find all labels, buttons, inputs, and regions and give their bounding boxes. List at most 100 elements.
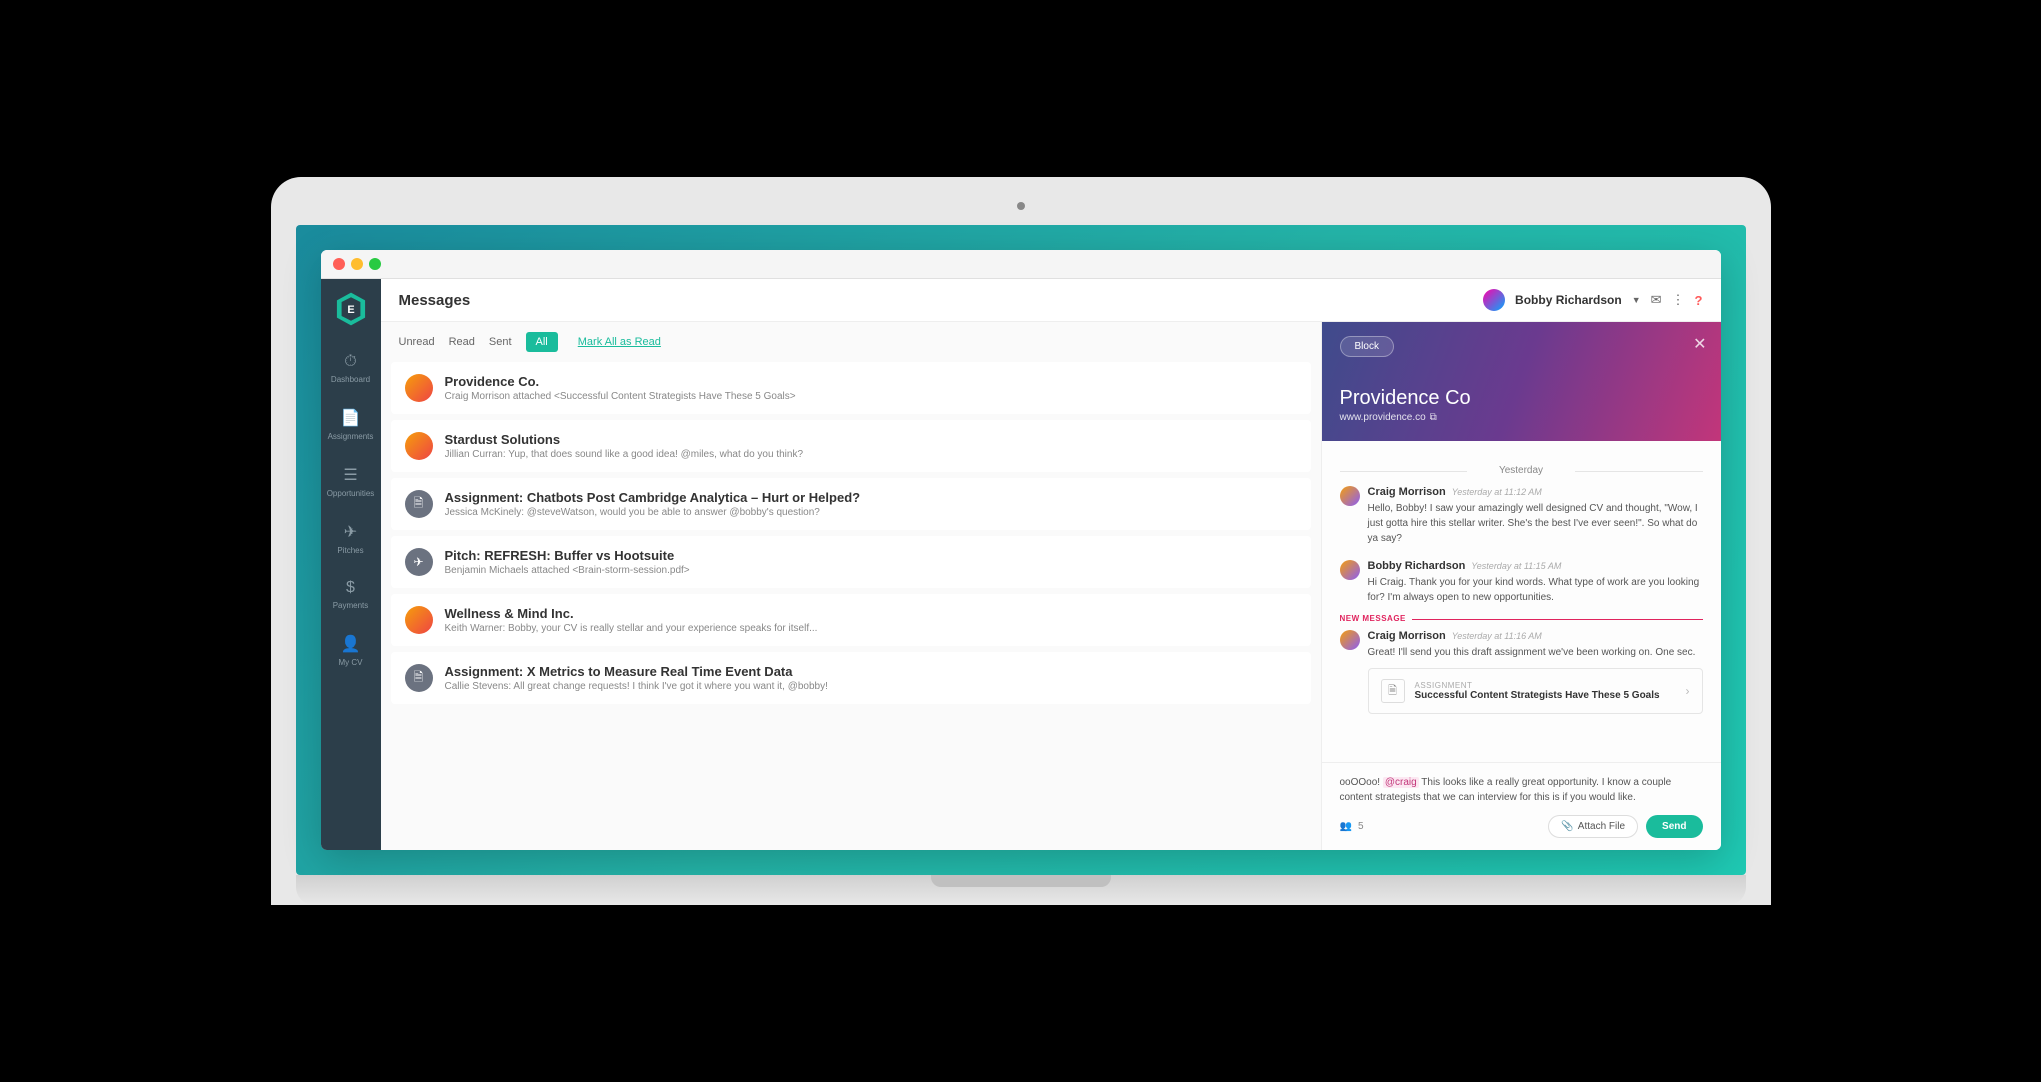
compose-input[interactable]: ooOOoo! @craig This looks like a really … [1340,775,1703,805]
thread-item[interactable]: Wellness & Mind Inc. Keith Warner: Bobby,… [391,594,1311,646]
sidebar-item-mycv[interactable]: 👤My CV [321,626,381,675]
laptop-frame: E ⏱ Dashboard 📄 Assignments ☰ Opportunities… [271,177,1771,905]
composer: ooOOoo! @craig This looks like a really … [1322,762,1721,850]
thread-avatar [405,432,433,460]
user-menu-caret[interactable]: ▼ [1632,295,1641,305]
close-icon[interactable]: ✕ [1693,334,1706,354]
user-name: Bobby Richardson [1515,293,1622,307]
thread-item[interactable]: Providence Co. Craig Morrison attached <S… [391,362,1311,414]
message-scroll[interactable]: Yesterday Craig MorrisonYesterday at 11:… [1322,441,1721,762]
screen: E ⏱ Dashboard 📄 Assignments ☰ Opportunities… [296,225,1746,875]
help-icon[interactable]: ? [1695,293,1703,308]
thread-item[interactable]: 🗎 Assignment: X Metrics to Measure Real T… [391,652,1311,704]
cc-indicator[interactable]: 👥5 [1340,821,1364,832]
thread-item[interactable]: ✈ Pitch: REFRESH: Buffer vs Hootsuite Benj… [391,536,1311,588]
attach-file-button[interactable]: 📎Attach File [1548,815,1638,838]
block-button[interactable]: Block [1340,336,1394,357]
window-close-button[interactable] [333,258,345,270]
filter-read[interactable]: Read [449,336,475,348]
envelope-icon[interactable]: ✉ [1651,292,1662,308]
user-avatar[interactable] [1483,289,1505,311]
thread-list[interactable]: Providence Co. Craig Morrison attached <S… [381,362,1321,850]
message-author: Bobby Richardson [1368,560,1466,572]
document-icon: 🗎 [405,664,433,692]
new-message-divider: NEW MESSAGE [1340,619,1703,620]
kebab-menu-icon[interactable]: ⋮ [1672,292,1685,308]
sidebar-item-pitches[interactable]: ✈Pitches [321,514,381,563]
pitch-icon: ✈ [405,548,433,576]
message-time: Yesterday at 11:12 AM [1452,487,1542,497]
dollar-icon: $ [346,579,355,597]
sidebar-item-label: Payments [333,601,369,610]
app-body: E ⏱ Dashboard 📄 Assignments ☰ Opportunities… [321,279,1721,850]
sidebar-item-label: Dashboard [331,375,370,384]
attachment-doc-icon: 🗎 [1381,679,1405,703]
thread-avatar [405,374,433,402]
window-maximize-button[interactable] [369,258,381,270]
conversation-header: Block ✕ Providence Co www.providence.co⧉ [1322,322,1721,441]
window-titlebar [321,250,1721,279]
thread-title: Wellness & Mind Inc. [445,606,1297,621]
thread-preview: Craig Morrison attached <Successful Cont… [445,391,1297,402]
external-link-icon: ⧉ [1430,412,1437,423]
topbar: Messages Bobby Richardson ▼ ✉ ⋮ ? [381,279,1721,322]
filter-all[interactable]: All [526,332,558,352]
thread-title: Assignment: Chatbots Post Cambridge Anal… [445,490,1297,505]
thread-preview: Keith Warner: Bobby, your CV is really s… [445,623,1297,634]
thread-item[interactable]: Stardust Solutions Jillian Curran: Yup, t… [391,420,1311,472]
laptop-base [296,875,1746,905]
conversation-detail: Block ✕ Providence Co www.providence.co⧉… [1321,322,1721,850]
document-icon: 📄 [341,408,361,428]
sidebar-item-label: Opportunities [327,489,375,498]
svg-text:E: E [347,304,354,316]
thread-title: Stardust Solutions [445,432,1297,447]
app-logo[interactable]: E [335,291,367,327]
thread-preview: Jillian Curran: Yup, that does sound lik… [445,449,1297,460]
dashboard-icon: ⏱ [344,353,356,371]
user-icon: 👤 [341,634,361,654]
day-separator: Yesterday [1340,465,1703,476]
thread-title: Pitch: REFRESH: Buffer vs Hootsuite [445,548,1297,563]
paperclip-icon: 📎 [1561,821,1573,832]
send-button[interactable]: Send [1646,815,1702,838]
message-list-pane: Unread Read Sent All Mark All as Read Pr… [381,322,1321,850]
main-area: Messages Bobby Richardson ▼ ✉ ⋮ ? [381,279,1721,850]
message-time: Yesterday at 11:16 AM [1452,631,1542,641]
message-text: Hi Craig. Thank you for your kind words.… [1368,575,1703,605]
content: Unread Read Sent All Mark All as Read Pr… [381,322,1721,850]
sidebar-item-payments[interactable]: $ Payments [321,571,381,618]
filter-bar: Unread Read Sent All Mark All as Read [381,322,1321,362]
users-icon: 👥 [1340,821,1352,832]
attachment-title: Successful Content Strategists Have Thes… [1415,690,1676,701]
list-icon: ☰ [343,465,357,485]
message-item: Craig MorrisonYesterday at 11:12 AM Hell… [1340,486,1703,546]
thread-title: Providence Co. [445,374,1297,389]
mention-tag[interactable]: @craig [1383,777,1419,788]
document-icon: 🗎 [405,490,433,518]
thread-preview: Benjamin Michaels attached <Brain-storm-… [445,565,1297,576]
sidebar-item-assignments[interactable]: 📄 Assignments [321,400,381,449]
thread-title: Assignment: X Metrics to Measure Real Ti… [445,664,1297,679]
filter-sent[interactable]: Sent [489,336,512,348]
thread-avatar [405,606,433,634]
app-window: E ⏱ Dashboard 📄 Assignments ☰ Opportunities… [321,250,1721,850]
chevron-right-icon: › [1686,684,1690,698]
sidebar-item-opportunities[interactable]: ☰ Opportunities [321,457,381,506]
message-item: Craig Morrison Yesterday at 11:16 AM Grea… [1340,630,1703,714]
message-text: Great! I'll send you this draft assignme… [1368,645,1703,660]
user-area: Bobby Richardson ▼ ✉ ⋮ ? [1483,289,1702,311]
thread-preview: Jessica McKinely: @steveWatson, would yo… [445,507,1297,518]
thread-item[interactable]: 🗎 Assignment: Chatbots Post Cambridge Ana… [391,478,1311,530]
mark-all-read-link[interactable]: Mark All as Read [578,336,661,348]
message-author: Craig Morrison [1368,630,1446,642]
message-avatar [1340,560,1360,580]
attachment-card[interactable]: 🗎 ASSIGNMENT Successful Content Strategi… [1368,668,1703,714]
message-time: Yesterday at 11:15 AM [1471,561,1561,571]
filter-unread[interactable]: Unread [399,336,435,348]
company-url[interactable]: www.providence.co⧉ [1340,412,1703,423]
message-text: Hello, Bobby! I saw your amazingly well … [1368,501,1703,546]
sidebar-item-label: Assignments [328,432,374,441]
sidebar-item-dashboard[interactable]: ⏱ Dashboard [321,345,381,392]
window-minimize-button[interactable] [351,258,363,270]
message-avatar [1340,486,1360,506]
